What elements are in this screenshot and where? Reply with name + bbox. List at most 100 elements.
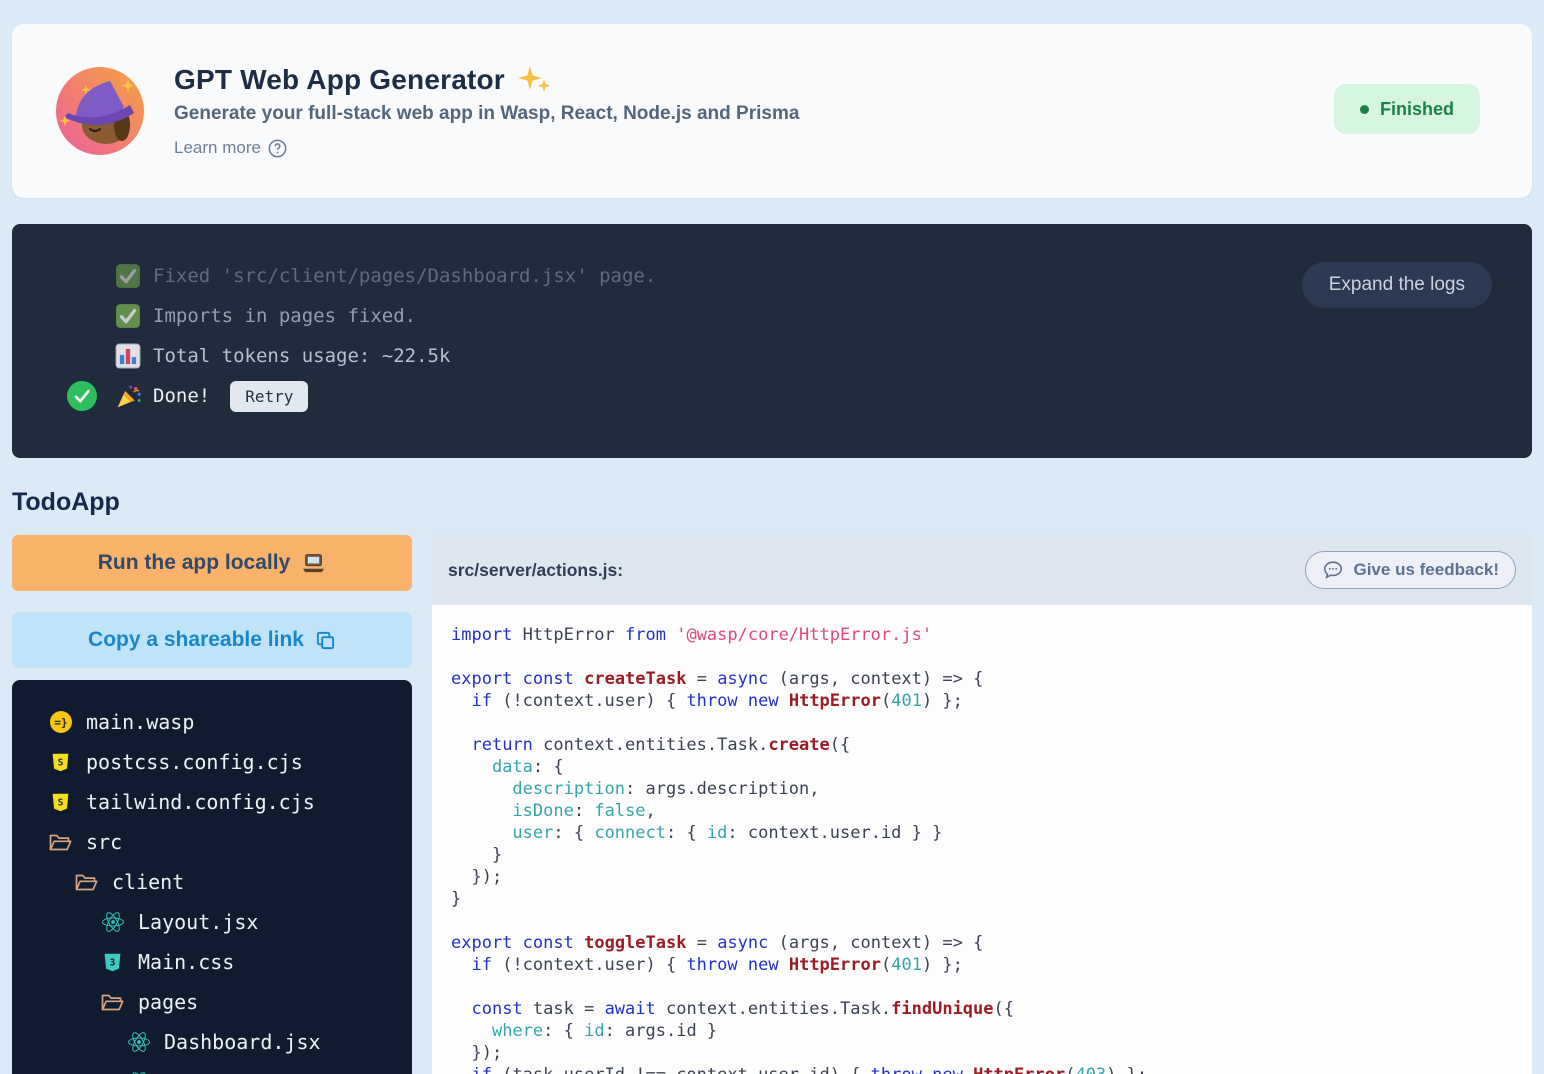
code-line: } (451, 844, 1522, 866)
tree-item-pages[interactable]: pages (12, 982, 412, 1022)
give-feedback-label: Give us feedback! (1353, 560, 1499, 580)
page-subtitle: Generate your full-stack web app in Wasp… (174, 103, 799, 125)
code-panel: src/server/actions.js: Give us feedback!… (432, 535, 1532, 1074)
code-line: import HttpError from '@wasp/core/HttpEr… (451, 624, 1522, 646)
folder-icon (100, 991, 125, 1013)
tree-item-layout-jsx[interactable]: Layout.jsx (12, 902, 412, 942)
check-emoji-icon (115, 303, 142, 329)
tree-item-label: pages (138, 990, 198, 1014)
code-line: where: { id: args.id } (451, 1020, 1522, 1042)
tree-item-src[interactable]: src (12, 822, 412, 862)
code-line: isDone: false, (451, 800, 1522, 822)
code-line: return context.entities.Task.create({ (451, 734, 1522, 756)
code-line: user: { connect: { id: context.user.id }… (451, 822, 1522, 844)
tree-item-main-css[interactable]: 3 Main.css (12, 942, 412, 982)
code-line (451, 910, 1522, 932)
tree-item-postcss-config-cjs[interactable]: Spostcss.config.cjs (12, 742, 412, 782)
log-line: Total tokens usage: ~22.5k (12, 336, 1532, 376)
speech-bubble-icon (1322, 559, 1344, 581)
party-popper-emoji-icon (115, 383, 142, 410)
header-text: GPT Web App Generator Generate your full… (174, 64, 799, 158)
folder-icon (48, 831, 73, 853)
give-feedback-button[interactable]: Give us feedback! (1305, 551, 1516, 589)
code-area: import HttpError from '@wasp/core/HttpEr… (432, 605, 1532, 1074)
page-title: GPT Web App Generator (174, 64, 505, 96)
laptop-icon (301, 553, 326, 574)
learn-more-label: Learn more (174, 138, 261, 158)
tree-item-tailwind-config-cjs[interactable]: Stailwind.config.cjs (12, 782, 412, 822)
tree-item-label: postcss.config.cjs (86, 750, 303, 774)
js-config-file-icon: S (48, 791, 73, 814)
run-app-locally-label: Run the app locally (98, 551, 291, 575)
retry-button[interactable]: Retry (230, 381, 308, 412)
page: GPT Web App Generator Generate your full… (0, 0, 1544, 1074)
css-file-icon: 3 (100, 951, 125, 974)
svg-text:3: 3 (110, 957, 116, 968)
log-line: Imports in pages fixed. (12, 296, 1532, 336)
copy-icon (315, 630, 336, 651)
svg-text:=}: =} (54, 716, 67, 729)
copy-shareable-link-label: Copy a shareable link (88, 628, 304, 652)
tree-item-label: Main.css (138, 950, 234, 974)
status-badge-label: Finished (1380, 99, 1454, 120)
code-line: export const createTask = async (args, c… (451, 668, 1522, 690)
run-app-locally-button[interactable]: Run the app locally (12, 535, 412, 591)
code-line (451, 976, 1522, 998)
react-file-icon (126, 1030, 151, 1054)
tree-item[interactable] (12, 1062, 412, 1074)
tree-item-label: Dashboard.jsx (164, 1030, 321, 1054)
tree-item-dashboard-jsx[interactable]: Dashboard.jsx (12, 1022, 412, 1062)
tree-item-label: client (112, 870, 184, 894)
svg-text:S: S (58, 757, 64, 768)
learn-more-link[interactable]: Learn more (174, 138, 287, 158)
code-line: }); (451, 1042, 1522, 1064)
app-name-heading: TodoApp (12, 488, 1532, 517)
tree-item-label: src (86, 830, 122, 854)
main-row: Run the app locally Copy a shareable lin… (12, 535, 1532, 1074)
tree-item-label: main.wasp (86, 710, 194, 734)
header-card: GPT Web App Generator Generate your full… (12, 24, 1532, 198)
code-line: if (!context.user) { throw new HttpError… (451, 954, 1522, 976)
log-line: Done! Retry (12, 376, 1532, 416)
check-emoji-icon (115, 263, 142, 289)
react-file-icon (100, 910, 125, 934)
tree-item-label: Layout.jsx (138, 910, 258, 934)
code-line: export const toggleTask = async (args, c… (451, 932, 1522, 954)
code-line (451, 646, 1522, 668)
code-line: data: { (451, 756, 1522, 778)
code-panel-header: src/server/actions.js: Give us feedback! (432, 535, 1532, 605)
question-circle-icon (268, 139, 287, 158)
sparkles-icon (517, 65, 551, 95)
file-tree: =}main.waspSpostcss.config.cjsStailwind.… (12, 680, 412, 1074)
tree-item-main-wasp[interactable]: =} main.wasp (12, 702, 412, 742)
svg-text:S: S (58, 797, 64, 808)
code-line: if (!context.user) { throw new HttpError… (451, 690, 1522, 712)
folder-icon (74, 871, 99, 893)
copy-shareable-link-button[interactable]: Copy a shareable link (12, 612, 412, 668)
log-line-text: Total tokens usage: ~22.5k (153, 345, 450, 367)
react-file-icon (126, 1070, 151, 1074)
code-line: }); (451, 866, 1522, 888)
left-column: Run the app locally Copy a shareable lin… (12, 535, 412, 1074)
wasp-wizard-logo (52, 63, 148, 159)
status-badge: Finished (1334, 84, 1480, 134)
code-line: } (451, 888, 1522, 910)
log-line-text: Fixed 'src/client/pages/Dashboard.jsx' p… (153, 265, 656, 287)
log-status-slot (67, 381, 97, 411)
code-filename: src/server/actions.js: (448, 560, 623, 581)
bar-chart-emoji-icon (115, 343, 142, 369)
wasp-file-icon: =} (48, 710, 73, 734)
js-config-file-icon: S (48, 751, 73, 774)
code-line: description: args.description, (451, 778, 1522, 800)
tree-item-label: tailwind.config.cjs (86, 790, 315, 814)
log-line-text: Imports in pages fixed. (153, 305, 416, 327)
code-line: if (task.userId !== context.user.id) { t… (451, 1064, 1522, 1074)
tree-item-client[interactable]: client (12, 862, 412, 902)
green-check-circle-icon (67, 381, 97, 411)
log-line-text: Done! (153, 385, 210, 407)
code-line (451, 712, 1522, 734)
status-dot-icon (1360, 105, 1369, 114)
code-line: const task = await context.entities.Task… (451, 998, 1522, 1020)
log-panel: Fixed 'src/client/pages/Dashboard.jsx' p… (12, 224, 1532, 458)
expand-logs-button[interactable]: Expand the logs (1302, 262, 1492, 308)
